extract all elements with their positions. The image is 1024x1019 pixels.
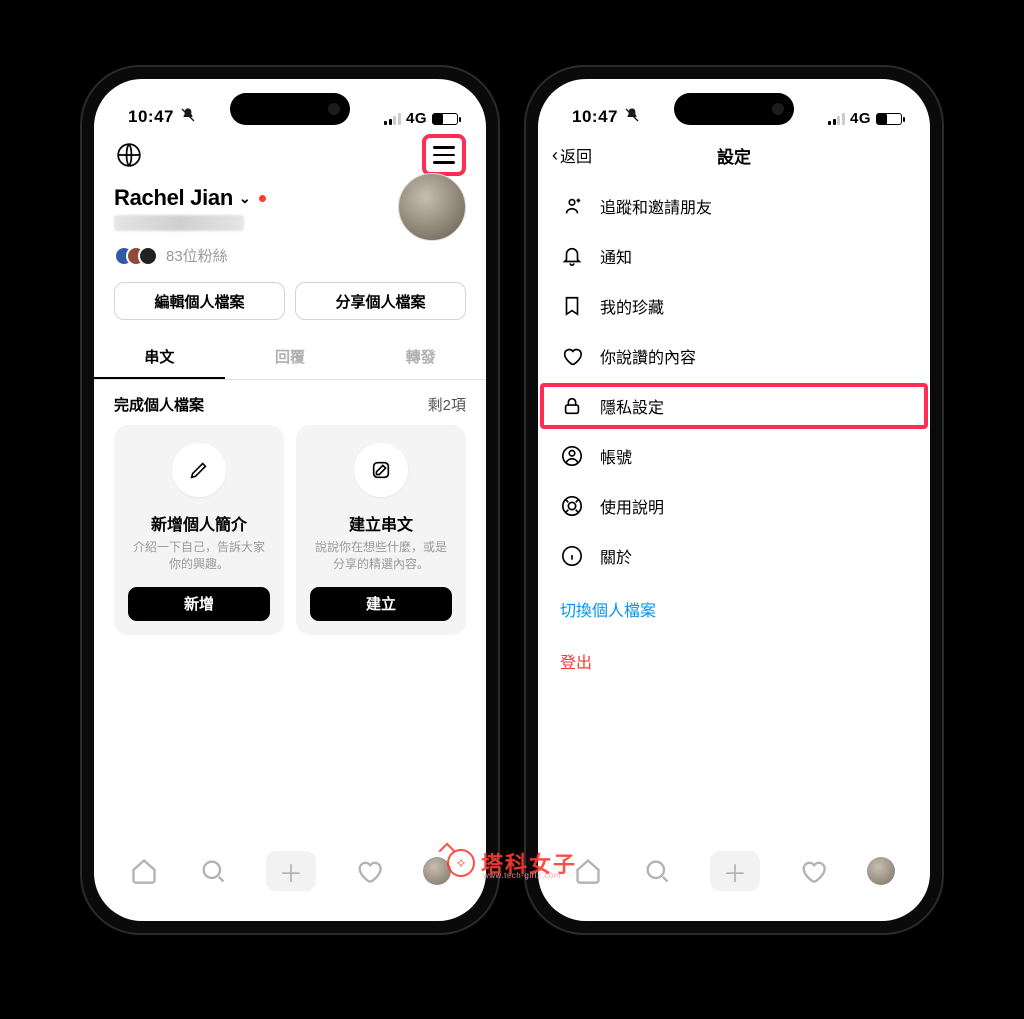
tab-reposts[interactable]: 轉發 bbox=[355, 336, 486, 379]
nav-activity-icon[interactable] bbox=[354, 856, 384, 886]
lock-icon bbox=[560, 394, 584, 418]
battery-icon bbox=[432, 113, 458, 125]
settings-item-help[interactable]: 使用說明 bbox=[538, 481, 930, 531]
page-title: 設定 bbox=[717, 143, 751, 168]
nav-search-icon[interactable] bbox=[198, 856, 228, 886]
bell-icon bbox=[560, 244, 584, 268]
settings-label: 使用說明 bbox=[600, 494, 664, 518]
edit-profile-button[interactable]: 編輯個人檔案 bbox=[114, 282, 285, 320]
nav-profile-avatar[interactable] bbox=[423, 857, 451, 885]
heart-icon bbox=[560, 344, 584, 368]
settings-item-account[interactable]: 帳號 bbox=[538, 431, 930, 481]
settings-label: 追蹤和邀請朋友 bbox=[600, 194, 712, 218]
menu-button-highlight bbox=[422, 134, 466, 176]
phone-frame-right: 10:47 4G ‹ 返回 設定 bbox=[524, 65, 944, 935]
profile-tabs: 串文 回覆 轉發 bbox=[94, 336, 486, 380]
settings-header: ‹ 返回 設定 bbox=[538, 133, 930, 177]
bottom-nav: ＋ bbox=[538, 843, 930, 921]
settings-label: 關於 bbox=[600, 544, 632, 568]
onboarding-title: 完成個人檔案 bbox=[114, 394, 204, 415]
card-bio-desc: 介紹一下自己，告訴大家你的興趣。 bbox=[128, 539, 270, 573]
settings-label: 你說讚的內容 bbox=[600, 344, 696, 368]
nav-home-icon[interactable] bbox=[573, 856, 603, 886]
profile-avatar[interactable] bbox=[398, 173, 466, 241]
card-thread-title: 建立串文 bbox=[349, 511, 413, 535]
follower-avatars bbox=[114, 246, 158, 266]
onboarding-remaining: 剩2項 bbox=[428, 394, 466, 415]
dynamic-island bbox=[674, 93, 794, 125]
followers-count[interactable]: 83位粉絲 bbox=[166, 245, 228, 266]
status-time: 10:47 bbox=[128, 107, 174, 127]
bottom-nav: ＋ bbox=[94, 843, 486, 921]
nav-home-icon[interactable] bbox=[129, 856, 159, 886]
signal-icon bbox=[828, 113, 845, 125]
nav-profile-avatar[interactable] bbox=[867, 857, 895, 885]
card-bio-title: 新增個人簡介 bbox=[151, 511, 247, 535]
settings-label: 通知 bbox=[600, 244, 632, 268]
network-label: 4G bbox=[406, 110, 427, 127]
network-label: 4G bbox=[850, 110, 871, 127]
back-label: 返回 bbox=[560, 143, 592, 167]
share-profile-button[interactable]: 分享個人檔案 bbox=[295, 282, 466, 320]
onboarding-card-thread: 建立串文 說說你在想些什麼，或是分享的精選內容。 建立 bbox=[296, 425, 466, 635]
battery-icon bbox=[876, 113, 902, 125]
logout-link[interactable]: 登出 bbox=[538, 637, 930, 685]
settings-label: 隱私設定 bbox=[600, 394, 664, 418]
person-plus-icon bbox=[560, 194, 584, 218]
nav-search-icon[interactable] bbox=[642, 856, 672, 886]
settings-item-saved[interactable]: 我的珍藏 bbox=[538, 281, 930, 331]
username-redacted bbox=[114, 215, 244, 231]
nav-activity-icon[interactable] bbox=[798, 856, 828, 886]
compose-icon bbox=[354, 443, 408, 497]
dynamic-island bbox=[230, 93, 350, 125]
menu-icon[interactable] bbox=[429, 140, 459, 170]
card-thread-desc: 說說你在想些什麼，或是分享的精選內容。 bbox=[310, 539, 452, 573]
settings-item-liked[interactable]: 你說讚的內容 bbox=[538, 331, 930, 381]
globe-icon[interactable] bbox=[114, 140, 144, 170]
signal-icon bbox=[384, 113, 401, 125]
settings-list: 追蹤和邀請朋友 通知 我的珍藏 你說讚的內容 隱私設定 bbox=[538, 177, 930, 689]
screen-left: 10:47 4G bbox=[94, 79, 486, 921]
screen-right: 10:47 4G ‹ 返回 設定 bbox=[538, 79, 930, 921]
settings-label: 帳號 bbox=[600, 444, 632, 468]
info-icon bbox=[560, 544, 584, 568]
back-button[interactable]: ‹ 返回 bbox=[552, 133, 592, 177]
chevron-down-icon[interactable]: ⌄ bbox=[239, 190, 251, 207]
settings-label: 我的珍藏 bbox=[600, 294, 664, 318]
switch-profile-link[interactable]: 切換個人檔案 bbox=[538, 581, 930, 637]
user-icon bbox=[560, 444, 584, 468]
nav-compose-button[interactable]: ＋ bbox=[266, 851, 316, 891]
silent-mode-icon bbox=[624, 107, 640, 127]
help-icon bbox=[560, 494, 584, 518]
card-bio-button[interactable]: 新增 bbox=[128, 587, 270, 621]
chevron-left-icon: ‹ bbox=[552, 145, 558, 166]
tab-threads[interactable]: 串文 bbox=[94, 336, 225, 379]
settings-item-about[interactable]: 關於 bbox=[538, 531, 930, 581]
settings-item-privacy[interactable]: 隱私設定 bbox=[538, 381, 930, 431]
display-name: Rachel Jian bbox=[114, 185, 233, 211]
silent-mode-icon bbox=[180, 107, 196, 127]
status-time: 10:47 bbox=[572, 107, 618, 127]
onboarding-card-bio: 新增個人簡介 介紹一下自己，告訴大家你的興趣。 新增 bbox=[114, 425, 284, 635]
pencil-icon bbox=[172, 443, 226, 497]
phone-frame-left: 10:47 4G bbox=[80, 65, 500, 935]
notification-dot bbox=[259, 195, 266, 202]
tab-replies[interactable]: 回覆 bbox=[225, 336, 356, 379]
card-thread-button[interactable]: 建立 bbox=[310, 587, 452, 621]
nav-compose-button[interactable]: ＋ bbox=[710, 851, 760, 891]
settings-item-follow-invite[interactable]: 追蹤和邀請朋友 bbox=[538, 181, 930, 231]
bookmark-icon bbox=[560, 294, 584, 318]
settings-item-notifications[interactable]: 通知 bbox=[538, 231, 930, 281]
